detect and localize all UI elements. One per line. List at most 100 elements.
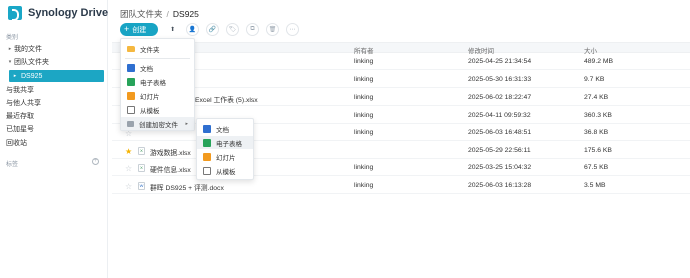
menu-item-spreadsheet[interactable]: 电子表格: [121, 75, 194, 88]
sidebar-item-label: 最近存取: [6, 113, 34, 120]
submenu-item-spreadsheet[interactable]: 电子表格: [197, 136, 253, 149]
menu-item-label: 文件夹: [140, 46, 160, 54]
spreadsheet-file-icon: X: [138, 147, 145, 155]
folder-icon: [127, 45, 135, 52]
slide-icon: [127, 91, 135, 100]
star-icon[interactable]: ☆: [125, 164, 132, 173]
encrypted-file-submenu: 文档 电子表格 幻灯片 从模板: [196, 118, 254, 180]
more-icon[interactable]: ⋯: [286, 23, 299, 36]
row-size: 67.5 KB: [584, 164, 609, 171]
lock-icon: [127, 120, 134, 127]
sheet-icon: [203, 138, 211, 147]
menu-item-label: 文档: [140, 65, 153, 73]
menu-item-slides[interactable]: 幻灯片: [121, 89, 194, 102]
caret-down-icon[interactable]: ▾: [6, 59, 14, 65]
app-title: Synology Drive: [28, 7, 109, 19]
template-icon: [203, 166, 211, 175]
row-modified: 2025-06-03 16:48:51: [468, 129, 532, 136]
breadcrumb-root[interactable]: 团队文件夹: [120, 9, 163, 19]
tag-icon[interactable]: 🏷: [226, 23, 239, 36]
row-modified: 2025-06-03 16:13:28: [468, 182, 532, 189]
sidebar-item-recycle-bin[interactable]: 回收站: [6, 137, 104, 149]
sidebar-item-team-folders[interactable]: ▾ 团队文件夹: [6, 56, 104, 68]
add-tag-icon[interactable]: +: [92, 158, 99, 165]
row-modified: 2025-05-30 16:31:33: [468, 76, 532, 83]
row-size: 175.6 KB: [584, 147, 612, 154]
breadcrumb-separator: /: [166, 9, 169, 19]
row-modified: 2025-04-25 21:34:54: [468, 58, 532, 65]
table-row[interactable]: ☆ Excel 工作表 (5).xlsx linking 2025-06-02 …: [112, 89, 690, 106]
menu-item-label: 幻灯片: [216, 154, 236, 162]
row-modified: 2025-05-29 22:56:11: [468, 147, 531, 154]
submenu-item-from-template[interactable]: 从模板: [197, 164, 253, 177]
link-icon[interactable]: 🔗: [206, 23, 219, 36]
app-logo[interactable]: Synology Drive: [8, 6, 109, 21]
menu-item-label: 从模板: [216, 168, 236, 176]
sidebar-item-my-files[interactable]: ▸ 我的文件: [6, 43, 104, 55]
submenu-item-document[interactable]: 文档: [197, 122, 253, 135]
row-owner: linking: [354, 94, 374, 101]
submenu-item-slides[interactable]: 幻灯片: [197, 150, 253, 163]
sidebar-item-label: 已加星号: [6, 126, 34, 133]
row-size: 36.8 KB: [584, 129, 609, 136]
row-owner: linking: [354, 182, 374, 189]
menu-item-create-encrypted[interactable]: 创建加密文件 ▸: [121, 117, 194, 130]
share-user-icon[interactable]: 👤: [186, 23, 199, 36]
row-size: 27.4 KB: [584, 94, 609, 101]
sidebar-item-label: DS925: [21, 72, 43, 80]
plus-icon: +: [124, 24, 130, 34]
copy-icon[interactable]: ⧉: [246, 23, 259, 36]
menu-item-label: 从模板: [140, 107, 160, 115]
row-filename[interactable]: 群晖 DS925 + 评测.docx: [150, 182, 224, 192]
file-table-header: 所有者 修改时间 大小: [112, 42, 690, 55]
row-owner: linking: [354, 112, 374, 119]
row-size: 360.3 KB: [584, 112, 612, 119]
breadcrumb-current: DS925: [172, 9, 199, 19]
sidebar-item-label: 回收站: [6, 140, 27, 147]
row-filename[interactable]: 硬件信息.xlsx: [150, 164, 191, 174]
row-size: 3.5 MB: [584, 182, 606, 189]
sidebar-item-label: 与我共享: [6, 87, 34, 94]
menu-divider: [125, 58, 190, 59]
table-row[interactable]: ☆ linking 2025-04-25 21:34:54 489.2 MB: [112, 53, 690, 70]
create-menu: 文件夹 文档 电子表格 幻灯片 从模板 创建加密文件 ▸: [120, 38, 195, 131]
synology-drive-logo-icon: [8, 6, 22, 21]
sidebar-item-label: 团队文件夹: [14, 59, 49, 66]
slide-icon: [203, 152, 211, 161]
row-owner: linking: [354, 129, 374, 136]
sidebar-item-ds925[interactable]: ▸ DS925: [9, 70, 104, 82]
menu-item-label: 文档: [216, 126, 229, 134]
menu-item-from-template[interactable]: 从模板: [121, 103, 194, 116]
row-owner: linking: [354, 164, 374, 171]
caret-right-icon[interactable]: ▸: [6, 46, 14, 52]
template-icon: [127, 105, 135, 114]
row-owner: linking: [354, 76, 374, 83]
caret-right-icon[interactable]: ▸: [9, 73, 21, 79]
row-modified: 2025-03-25 15:04:32: [468, 164, 532, 171]
create-button-label: 创建: [132, 26, 147, 34]
sidebar: Synology Drive 类别 ▸ 我的文件 ▾ 团队文件夹 ▸ DS925…: [0, 0, 108, 278]
create-button[interactable]: + 创建: [120, 23, 158, 36]
sidebar-item-shared-with-me[interactable]: 与我共享: [6, 84, 104, 96]
menu-item-document[interactable]: 文档: [121, 61, 194, 74]
sidebar-section-label: 类别: [6, 35, 19, 41]
document-file-icon: W: [138, 182, 145, 190]
menu-item-folder[interactable]: 文件夹: [121, 42, 194, 55]
row-modified: 2025-06-02 18:22:47: [468, 94, 532, 101]
star-filled-icon[interactable]: ★: [125, 147, 132, 156]
doc-icon: [203, 124, 211, 133]
upload-icon[interactable]: ⬆: [166, 23, 179, 36]
sidebar-item-label: 与他人共享: [6, 100, 41, 107]
delete-icon[interactable]: 🗑: [266, 23, 279, 36]
menu-item-label: 创建加密文件: [139, 121, 178, 129]
star-icon[interactable]: ☆: [125, 182, 132, 191]
row-filename[interactable]: Excel 工作表 (5).xlsx: [195, 94, 258, 104]
sheet-icon: [127, 77, 135, 86]
row-filename[interactable]: 游戏数据.xlsx: [150, 147, 191, 157]
sidebar-item-shared-with-others[interactable]: 与他人共享: [6, 97, 104, 109]
table-row[interactable]: ☆ linking 2025-05-30 16:31:33 9.7 KB: [112, 71, 690, 88]
sidebar-item-recent[interactable]: 最近存取: [6, 110, 104, 122]
tags-section-label: 标签: [6, 162, 19, 168]
sidebar-item-label: 我的文件: [14, 46, 42, 53]
sidebar-item-starred[interactable]: 已加星号: [6, 123, 104, 135]
